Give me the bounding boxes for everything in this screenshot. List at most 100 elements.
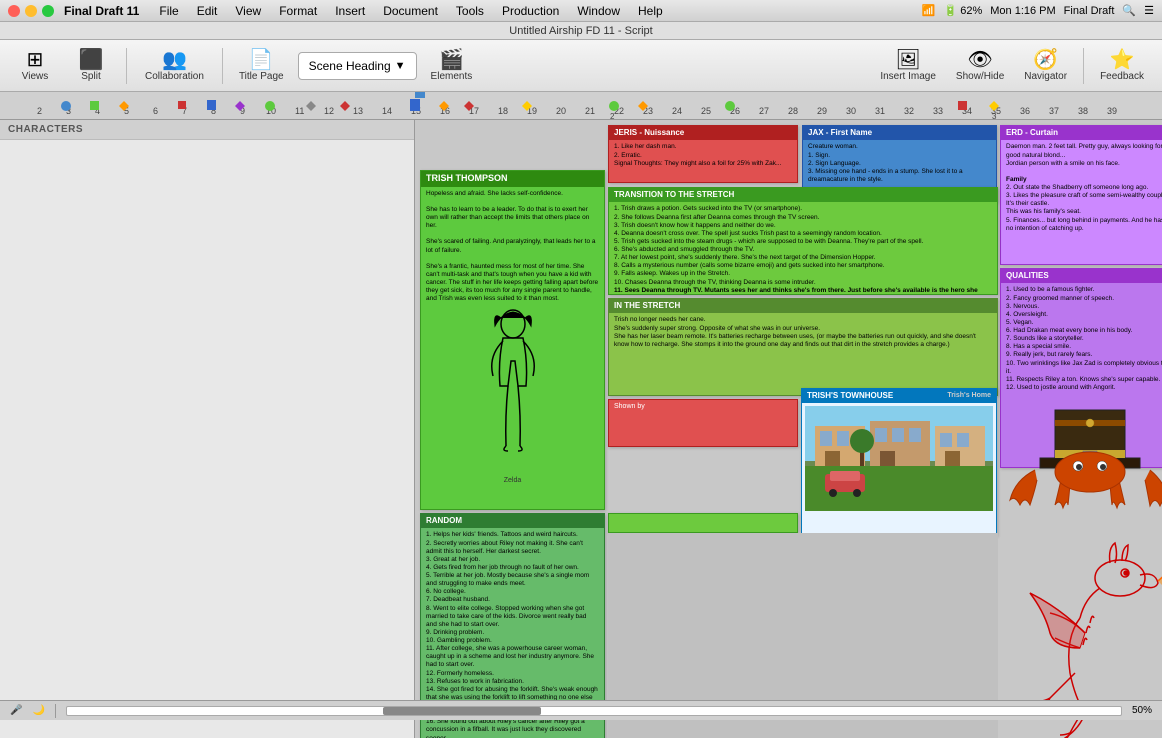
minimize-button[interactable]: [25, 5, 37, 17]
title-page-button[interactable]: 📄 Title Page: [231, 46, 292, 86]
trish-illustration-svg: [473, 306, 553, 476]
svg-text:38: 38: [1078, 106, 1088, 116]
elements-label: Elements: [431, 71, 473, 82]
search-icon[interactable]: 🔍: [1122, 4, 1136, 17]
menu-format[interactable]: Format: [271, 2, 325, 20]
feedback-icon: ⭐: [1110, 50, 1135, 70]
views-button[interactable]: ⊞ Views: [10, 46, 60, 86]
menu-tools[interactable]: Tools: [448, 2, 492, 20]
card-erd-body: Daemon man. 2 feet tall. Pretty guy, alw…: [1001, 140, 1162, 235]
menu-window[interactable]: Window: [569, 2, 628, 20]
toolbar-separator-1: [126, 48, 127, 84]
elements-icon: 🎬: [439, 50, 464, 70]
elements-button[interactable]: 🎬 Elements: [423, 46, 481, 86]
svg-text:6: 6: [153, 106, 158, 116]
collab-icon: 👥: [162, 50, 187, 70]
scene-heading-label: Scene Heading: [309, 59, 391, 73]
menu-help[interactable]: Help: [630, 2, 671, 20]
insert-image-button[interactable]: 🖼 Insert Image: [872, 46, 944, 86]
traffic-lights: [8, 5, 54, 17]
toolbar-separator-3: [1083, 48, 1084, 84]
card-stretch-header: IN THE STRETCH: [609, 299, 997, 313]
collab-label: Collaboration: [145, 71, 204, 82]
card-jeris-body: 1. Like her dash man. 2. Erratic. Signal…: [609, 140, 797, 170]
svg-text:18: 18: [498, 106, 508, 116]
split-icon: ⬛: [79, 50, 104, 70]
close-button[interactable]: [8, 5, 20, 17]
collaboration-button[interactable]: 👥 Collaboration: [137, 46, 212, 86]
microphone-icon[interactable]: 🎤: [10, 705, 22, 716]
fullscreen-button[interactable]: [42, 5, 54, 17]
wifi-icon: 📶: [922, 4, 936, 17]
card-jeris-header: JERIS - Nuissance: [609, 126, 797, 140]
scroll-thumb[interactable]: [383, 707, 541, 715]
card-qualities-header: QUALITIES: [1001, 269, 1162, 283]
navigator-button[interactable]: 🧭 Navigator: [1016, 46, 1075, 86]
svg-text:2: 2: [37, 106, 42, 116]
scroll-bar[interactable]: [66, 706, 1122, 716]
card-trish-header: TRISH THOMPSON: [421, 171, 604, 187]
menu-view[interactable]: View: [227, 2, 269, 20]
menu-edit[interactable]: Edit: [189, 2, 226, 20]
battery-icon: 🔋 62%: [943, 4, 982, 17]
toolbar-right-group: 🖼 Insert Image 👁 Show/Hide 🧭 Navigator ⭐…: [872, 46, 1152, 86]
card-transition[interactable]: TRANSITION TO THE STRETCH 1. Trish draws…: [608, 187, 998, 295]
card-jax-header: JAX - First Name: [803, 126, 996, 140]
bottom-status-bar: 🎤 🌙 50%: [0, 700, 1162, 720]
feedback-button[interactable]: ⭐ Feedback: [1092, 46, 1152, 86]
split-button[interactable]: ⬛ Split: [66, 46, 116, 86]
card-red-mid-body: Shown by: [609, 400, 797, 415]
svg-text:20: 20: [556, 106, 566, 116]
card-transition-header: TRANSITION TO THE STRETCH: [609, 188, 997, 202]
svg-text:28: 28: [788, 106, 798, 116]
svg-text:11: 11: [295, 106, 304, 116]
menu-list-icon[interactable]: ☰: [1144, 4, 1154, 17]
svg-text:25: 25: [701, 106, 711, 116]
toolbar-center-group: 📄 Title Page Scene Heading ▼ 🎬 Elements: [231, 46, 480, 86]
menu-production[interactable]: Production: [494, 2, 567, 20]
card-trish-thompson[interactable]: TRISH THOMPSON Hopeless and afraid. She …: [420, 170, 605, 510]
card-erd-header: ERD - Curtain: [1001, 126, 1162, 140]
card-jax-body: Creature woman. 1. Sign. 2. Sign Languag…: [803, 140, 996, 187]
zoom-level: 50%: [1132, 705, 1152, 716]
card-random-header: RANDOM: [421, 514, 604, 528]
illustration-caption: Zelda: [421, 476, 604, 488]
card-erd[interactable]: ERD - Curtain Daemon man. 2 feet tall. P…: [1000, 125, 1162, 265]
card-stretch-body: Trish no longer needs her cane. She's su…: [609, 313, 997, 352]
moon-icon: 🌙: [32, 705, 44, 716]
show-hide-button[interactable]: 👁 Show/Hide: [948, 46, 1012, 86]
clock: Mon 1:16 PM: [990, 5, 1055, 17]
menu-bar: Final Draft 11 File Edit View Format Ins…: [0, 0, 1162, 22]
menu-file[interactable]: File: [151, 2, 186, 20]
menu-right-items: 📶 🔋 62% Mon 1:16 PM Final Draft 🔍 ☰: [922, 4, 1154, 17]
app-name: Final Draft 11: [64, 4, 139, 18]
document-title: Untitled Airship FD 11 - Script: [509, 25, 652, 37]
card-trish-body: Hopeless and afraid. She lacks self-conf…: [421, 187, 604, 307]
menu-document[interactable]: Document: [375, 2, 446, 20]
toolbar-separator-2: [222, 48, 223, 84]
svg-text:29: 29: [817, 106, 827, 116]
svg-text:31: 31: [875, 106, 885, 116]
scene-heading-dropdown[interactable]: Scene Heading ▼: [298, 52, 417, 80]
characters-panel-header: CHARACTERS: [0, 120, 414, 140]
character-illustration: [421, 306, 604, 476]
svg-text:21: 21: [585, 106, 595, 116]
card-jeris[interactable]: JERIS - Nuissance 1. Like her dash man. …: [608, 125, 798, 183]
show-hide-label: Show/Hide: [956, 71, 1004, 82]
toolbar-left-group: ⊞ Views ⬛ Split 👥 Collaboration: [10, 46, 227, 86]
card-red-mid[interactable]: Shown by: [608, 399, 798, 447]
card-townhouse[interactable]: TRISH'S TOWNHOUSE Trish's Home: [801, 388, 997, 536]
insert-image-label: Insert Image: [880, 71, 936, 82]
svg-text:30: 30: [846, 106, 856, 116]
title-page-label: Title Page: [239, 71, 284, 82]
navigator-icon: 🧭: [1033, 50, 1058, 70]
townhouse-svg: [805, 406, 993, 511]
canvas[interactable]: TRISH THOMPSON Hopeless and afraid. She …: [415, 120, 1162, 738]
menu-insert[interactable]: Insert: [327, 2, 373, 20]
split-label: Split: [81, 71, 100, 82]
svg-text:39: 39: [1107, 106, 1117, 116]
characters-panel-body: [0, 140, 414, 160]
svg-text:14: 14: [382, 106, 392, 116]
ruler: 2 3 4 5 6 7 8 9 10 11 12 13 14 15 16 17 …: [0, 92, 1162, 120]
card-in-stretch[interactable]: IN THE STRETCH Trish no longer needs her…: [608, 298, 998, 396]
